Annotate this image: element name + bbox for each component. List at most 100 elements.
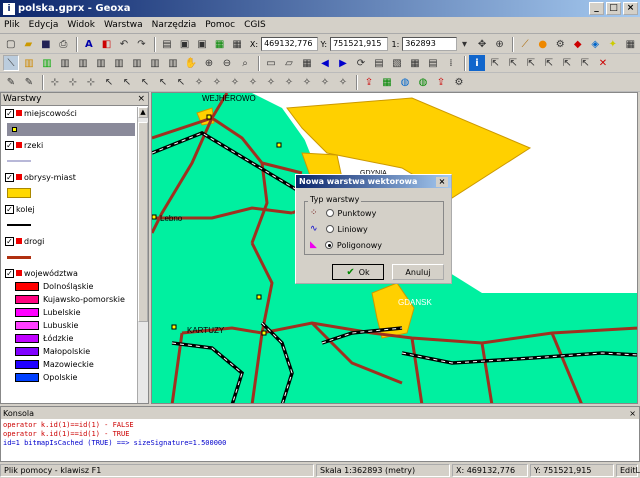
menu-pomoc[interactable]: Pomoc: [205, 20, 235, 30]
vertex3-icon[interactable]: ✧: [227, 74, 243, 90]
town-marker[interactable]: [206, 114, 212, 120]
grid2-icon[interactable]: ▦: [623, 36, 639, 52]
form-icon[interactable]: ▤: [425, 55, 441, 71]
circle-icon[interactable]: ●: [535, 36, 551, 52]
redo-icon[interactable]: ↷: [134, 36, 150, 52]
layer-item-miejscowosci[interactable]: ✓ miejscowości: [1, 106, 148, 120]
arrow3-icon[interactable]: ↖: [137, 74, 153, 90]
layer-up-icon[interactable]: ▥: [93, 55, 109, 71]
pointer-icon[interactable]: ⇱: [487, 55, 503, 71]
pointer-add-icon[interactable]: ⇱: [505, 55, 521, 71]
arrow-icon[interactable]: ↖: [101, 74, 117, 90]
new-icon[interactable]: ▢: [3, 36, 19, 52]
layer-item-obrysy-miast[interactable]: ✓ obrysy-miast: [1, 170, 148, 184]
info-icon[interactable]: i: [469, 55, 485, 71]
tools-icon[interactable]: ⚙: [552, 36, 568, 52]
map-export-icon[interactable]: ▦: [379, 74, 395, 90]
vertex8-icon[interactable]: ✧: [317, 74, 333, 90]
grid3-icon[interactable]: ▦: [407, 55, 423, 71]
node-edit-icon[interactable]: ⊹: [47, 74, 63, 90]
ok-button[interactable]: ✔ Ok: [332, 264, 384, 280]
refresh-icon[interactable]: ⟳: [353, 55, 369, 71]
menu-warstwa[interactable]: Warstwa: [104, 20, 143, 30]
option-poligonowy[interactable]: ◣ Poligonowy: [310, 240, 382, 250]
edit-layer-icon[interactable]: ▥: [39, 55, 55, 71]
pan-icon[interactable]: ✥: [474, 36, 490, 52]
vertex5-icon[interactable]: ✧: [263, 74, 279, 90]
map-sel-icon[interactable]: ▦: [299, 55, 315, 71]
radio-poligonowy[interactable]: [324, 241, 333, 249]
go-forward-icon[interactable]: ▶: [335, 55, 351, 71]
layer-checkbox[interactable]: ✓: [5, 172, 14, 182]
layer-item-kolej[interactable]: ✓ kolej: [1, 202, 148, 216]
zoom-in-icon[interactable]: ⊕: [201, 55, 217, 71]
select-rect-icon[interactable]: ▭: [263, 55, 279, 71]
layer-copy-icon[interactable]: ▥: [111, 55, 127, 71]
menu-edycja[interactable]: Edycja: [29, 20, 59, 30]
radio-punktowy[interactable]: [325, 209, 334, 217]
node-icon[interactable]: ⇱: [577, 55, 593, 71]
arrow4-icon[interactable]: ↖: [155, 74, 171, 90]
go-back-icon[interactable]: ◀: [317, 55, 333, 71]
zoom-full-icon[interactable]: ⊕: [492, 36, 508, 52]
pointer-del-icon[interactable]: ⇱: [541, 55, 557, 71]
node-add-icon[interactable]: ⊹: [65, 74, 81, 90]
layer-checkbox[interactable]: ✓: [5, 108, 14, 118]
layer-item-wojewodztwa[interactable]: ✓ województwa: [1, 266, 148, 280]
scroll-thumb[interactable]: [138, 122, 148, 322]
vertex4-icon[interactable]: ✧: [245, 74, 261, 90]
close-icon[interactable]: ×: [137, 94, 145, 104]
zoom-window-icon[interactable]: ⌕: [237, 55, 253, 71]
sym-icon[interactable]: ⇪: [433, 74, 449, 90]
vertex-icon[interactable]: ✧: [191, 74, 207, 90]
config-icon[interactable]: ⚙: [451, 74, 467, 90]
layer-checkbox[interactable]: ✓: [5, 268, 14, 278]
town-marker[interactable]: [261, 330, 267, 336]
town-marker[interactable]: [152, 214, 157, 220]
layer-item-rzeki[interactable]: ✓ rzeki: [1, 138, 148, 152]
table-icon[interactable]: ▤: [159, 36, 175, 52]
close-icon[interactable]: ×: [629, 409, 636, 418]
menu-plik[interactable]: Plik: [4, 20, 20, 30]
palette-icon[interactable]: ◆: [570, 36, 586, 52]
globe2-icon[interactable]: ◍: [415, 74, 431, 90]
scale-select[interactable]: 362893: [402, 37, 457, 51]
arrow2-icon[interactable]: ↖: [119, 74, 135, 90]
pointer-move-icon[interactable]: ⇱: [523, 55, 539, 71]
font-icon[interactable]: A: [81, 36, 97, 52]
layers-scrollbar[interactable]: ▲: [137, 107, 148, 403]
arrow5-icon[interactable]: ↖: [173, 74, 189, 90]
menu-narzedzia[interactable]: Narzędzia: [152, 20, 197, 30]
layer-item-drogi[interactable]: ✓ drogi: [1, 234, 148, 248]
export-icon[interactable]: ⇪: [361, 74, 377, 90]
layers-icon[interactable]: ◈: [588, 36, 604, 52]
layer-props-icon[interactable]: ▥: [147, 55, 163, 71]
dots-icon[interactable]: ⁞: [443, 55, 459, 71]
vertex6-icon[interactable]: ✧: [281, 74, 297, 90]
pencil2-icon[interactable]: ✎: [21, 74, 37, 90]
y-coord-field[interactable]: 751521,915: [330, 37, 389, 51]
vertex9-icon[interactable]: ✧: [335, 74, 351, 90]
chevron-down-icon[interactable]: ▾: [457, 36, 473, 52]
zoom-out-icon[interactable]: ⊖: [219, 55, 235, 71]
town-marker[interactable]: [256, 294, 262, 300]
layer-checkbox[interactable]: ✓: [5, 140, 14, 150]
light-icon[interactable]: ✦: [605, 36, 621, 52]
layer-stack-icon[interactable]: ▥: [57, 55, 73, 71]
node-del-icon[interactable]: ⊹: [83, 74, 99, 90]
option-punktowy[interactable]: ⁘ Punktowy: [310, 208, 376, 218]
layer-down-icon[interactable]: ▥: [75, 55, 91, 71]
cancel-button[interactable]: Anuluj: [392, 264, 444, 280]
menu-widok[interactable]: Widok: [67, 20, 95, 30]
maximize-button[interactable]: □: [606, 2, 621, 15]
add-layer-icon[interactable]: ▥: [21, 55, 37, 71]
map-view-icon[interactable]: ▦: [212, 36, 228, 52]
draw-line-icon[interactable]: ⟍: [3, 55, 19, 71]
clear-icon[interactable]: ✕: [595, 55, 611, 71]
x-coord-field[interactable]: 469132,776: [261, 37, 318, 51]
layer-icon[interactable]: ◧: [99, 36, 115, 52]
town-marker[interactable]: [276, 142, 282, 148]
layer-move-icon[interactable]: ▥: [129, 55, 145, 71]
vertex7-icon[interactable]: ✧: [299, 74, 315, 90]
open-icon[interactable]: ▰: [21, 36, 37, 52]
